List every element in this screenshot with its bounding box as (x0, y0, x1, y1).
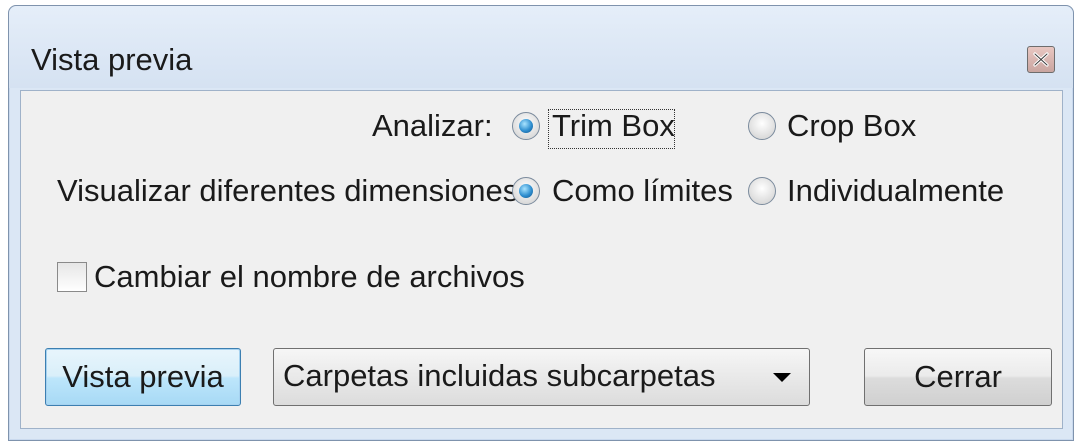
radio-como-limites-label[interactable]: Como límites (552, 173, 733, 209)
window-title: Vista previa (31, 42, 193, 77)
radio-como-limites[interactable] (512, 177, 540, 205)
dimensions-label: Visualizar diferentes dimensiones: (57, 173, 527, 208)
chevron-down-icon (773, 373, 791, 382)
dialog-content: Analizar: Trim Box Crop Box Visualizar d… (20, 90, 1063, 429)
radio-trim-box-label[interactable]: Trim Box (552, 108, 675, 144)
close-window-button[interactable] (1027, 46, 1055, 73)
close-icon (1033, 52, 1049, 67)
folder-scope-dropdown[interactable]: Carpetas incluidas subcarpetas (273, 348, 810, 406)
preview-button[interactable]: Vista previa (45, 348, 241, 406)
rename-files-checkbox[interactable] (57, 262, 87, 292)
close-button[interactable]: Cerrar (864, 348, 1052, 406)
folder-scope-selected: Carpetas incluidas subcarpetas (283, 358, 716, 393)
radio-individualmente-label[interactable]: Individualmente (787, 173, 1004, 209)
radio-trim-box[interactable] (512, 112, 540, 140)
analyze-label: Analizar: (372, 108, 493, 143)
rename-files-label[interactable]: Cambiar el nombre de archivos (94, 259, 525, 295)
radio-individualmente[interactable] (748, 177, 776, 205)
title-bar[interactable]: Vista previa (9, 6, 1073, 88)
radio-crop-box-label[interactable]: Crop Box (787, 108, 916, 144)
dialog-window: Vista previa Analizar: Trim Box Crop Box… (8, 5, 1074, 441)
radio-crop-box[interactable] (748, 112, 776, 140)
